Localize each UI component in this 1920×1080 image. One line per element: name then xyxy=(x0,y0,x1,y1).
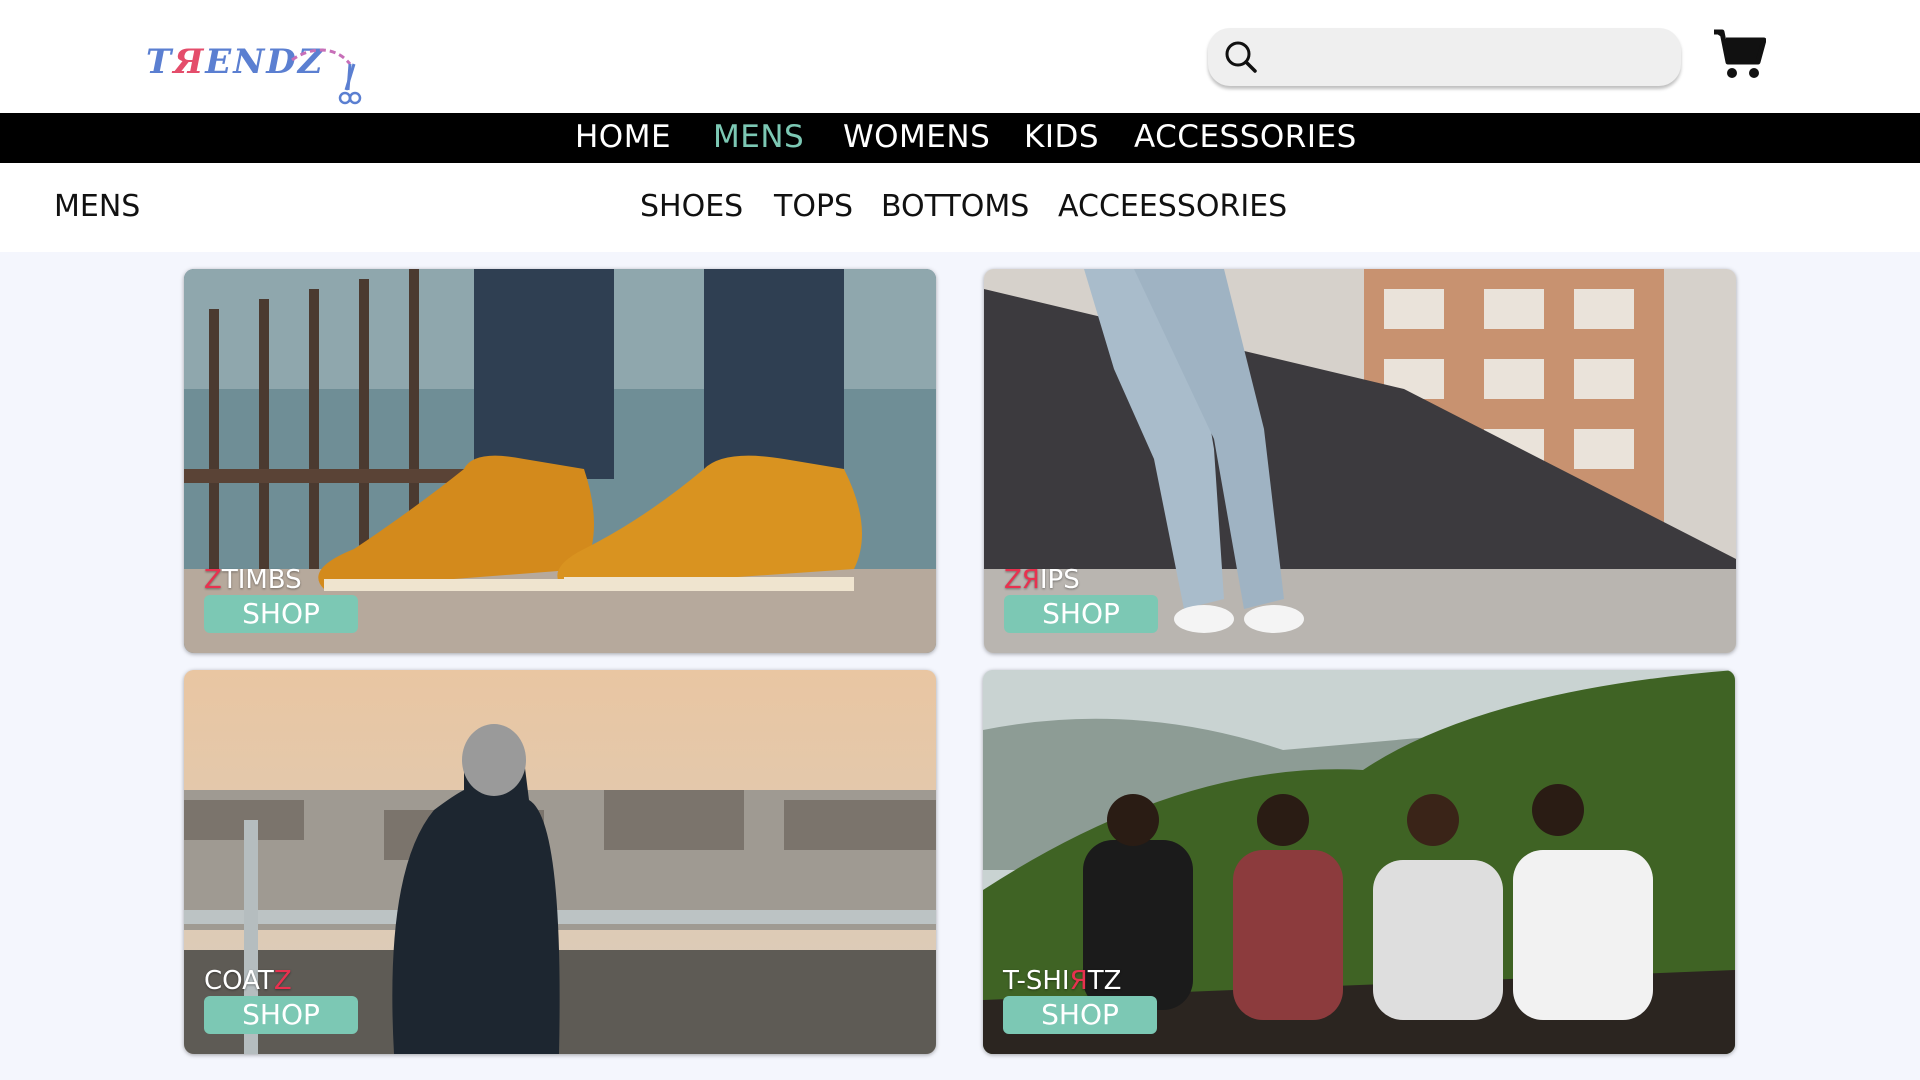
shop-button[interactable]: SHOP xyxy=(204,996,358,1034)
section-title: MENS xyxy=(54,189,141,224)
product-card-rips[interactable]: ZЯIPS SHOP xyxy=(984,269,1736,653)
subnav-item-tops[interactable]: TOPS xyxy=(774,189,853,224)
scissors-icon xyxy=(291,48,362,105)
card-title: T-SHIЯTZ xyxy=(1003,966,1122,996)
product-card-timbs[interactable]: ZTIMBS SHOP xyxy=(184,269,936,653)
shop-button[interactable]: SHOP xyxy=(1003,996,1157,1034)
subnav-item-accessories[interactable]: ACCEESSORIES xyxy=(1058,189,1287,224)
shop-button[interactable]: SHOP xyxy=(204,595,358,633)
nav-item-accessories[interactable]: ACCESSORIES xyxy=(1134,119,1357,155)
nav-item-mens[interactable]: MENS xyxy=(713,119,804,155)
search-bar xyxy=(1208,28,1681,86)
nav-item-kids[interactable]: KIDS xyxy=(1024,119,1099,155)
card-title: COATZ xyxy=(204,966,292,996)
nav-item-home[interactable]: HOME xyxy=(575,119,671,155)
search-icon[interactable] xyxy=(1222,38,1260,76)
nav-item-womens[interactable]: WOMENS xyxy=(843,119,990,155)
product-card-coats[interactable]: COATZ SHOP xyxy=(184,670,936,1054)
main-navigation: HOME MENS WOMENS KIDS ACCESSORIES xyxy=(0,113,1920,163)
category-subnav: MENS SHOES TOPS BOTTOMS ACCEESSORIES xyxy=(0,163,1920,252)
trendz-logo[interactable]: TЯENDZ xyxy=(146,38,366,108)
shop-button[interactable]: SHOP xyxy=(1004,595,1158,633)
shopping-cart-icon[interactable] xyxy=(1712,26,1766,82)
product-card-tshirts[interactable]: T-SHIЯTZ SHOP xyxy=(983,670,1735,1054)
site-header: TЯENDZ xyxy=(0,0,1920,113)
search-input[interactable] xyxy=(1272,38,1662,76)
subnav-item-shoes[interactable]: SHOES xyxy=(640,189,743,224)
card-title: ZЯIPS xyxy=(1004,565,1080,595)
subnav-item-bottoms[interactable]: BOTTOMS xyxy=(881,189,1029,224)
card-title: ZTIMBS xyxy=(204,565,302,595)
